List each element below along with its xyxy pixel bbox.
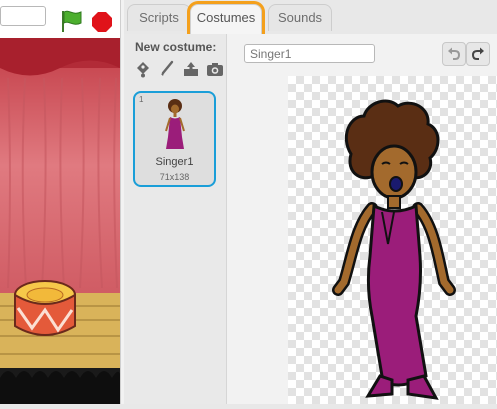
- drum-sprite-icon: [14, 280, 76, 336]
- costume-list-panel: New costume: 1 Singer1 71x138: [124, 34, 227, 404]
- singer-costume-image: [332, 99, 456, 400]
- costume-name-input[interactable]: [244, 44, 375, 63]
- costume-name: Singer1: [155, 156, 194, 168]
- tab-costumes[interactable]: Costumes: [190, 4, 262, 36]
- paint-editor: [227, 34, 497, 404]
- undo-button[interactable]: [442, 42, 466, 66]
- stop-icon[interactable]: [92, 12, 112, 32]
- paint-new-icon[interactable]: [134, 60, 152, 78]
- costume-size: 71x138: [159, 172, 190, 182]
- new-costume-toolbar: [134, 60, 224, 78]
- new-costume-label: New costume:: [135, 40, 217, 54]
- undo-icon: [448, 47, 461, 60]
- tab-sounds[interactable]: Sounds: [268, 4, 332, 31]
- tab-scripts[interactable]: Scripts: [127, 4, 191, 31]
- stage-backdrop: [0, 38, 120, 404]
- paint-brush-icon[interactable]: [158, 60, 176, 78]
- stage[interactable]: [0, 38, 120, 404]
- redo-icon: [471, 47, 484, 60]
- singer-thumbnail-image: [165, 99, 185, 149]
- stage-toolbar: [0, 0, 120, 39]
- costume-number: 1: [139, 95, 144, 104]
- redo-button[interactable]: [466, 42, 490, 66]
- green-flag-icon[interactable]: [59, 8, 83, 34]
- tab-bar: Scripts Costumes Sounds: [124, 0, 497, 36]
- costume-thumbnail[interactable]: 1 Singer1 71x138: [133, 91, 216, 187]
- camera-icon[interactable]: [206, 60, 224, 78]
- project-title-input[interactable]: [0, 6, 46, 26]
- upload-icon[interactable]: [182, 60, 200, 78]
- paint-canvas[interactable]: [288, 76, 497, 404]
